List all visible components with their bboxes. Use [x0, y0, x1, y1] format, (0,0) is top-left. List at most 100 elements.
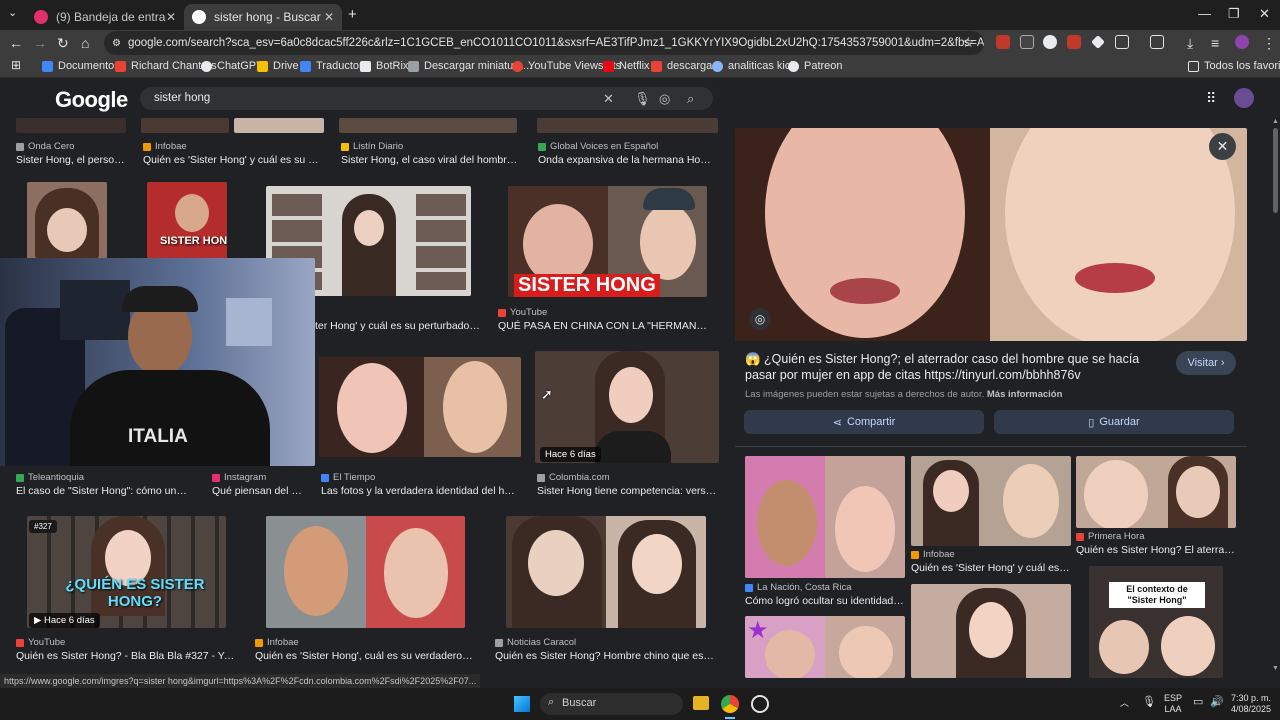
- clear-search-icon[interactable]: ✕: [603, 91, 614, 107]
- result-source[interactable]: Colombia.com: [537, 472, 610, 483]
- voice-search-icon[interactable]: 🎙: [634, 91, 651, 107]
- result-image[interactable]: SISTER HONG: [508, 186, 707, 297]
- network-icon[interactable]: ▭: [1193, 697, 1203, 708]
- page-scrollbar[interactable]: [1273, 128, 1278, 213]
- volume-icon[interactable]: 🔊: [1210, 697, 1224, 708]
- clock[interactable]: 7:30 p. m. 4/08/2025: [1225, 693, 1271, 715]
- result-source[interactable]: YouTube: [16, 637, 65, 648]
- result-source[interactable]: YouTube: [498, 307, 547, 318]
- profile-avatar[interactable]: [1235, 35, 1249, 49]
- menu-icon[interactable]: ⋮: [1262, 35, 1276, 52]
- result-caption[interactable]: ter Hong' y cuál es su perturbadora ...: [315, 320, 480, 332]
- extension-v-icon[interactable]: [1067, 35, 1081, 49]
- result-image[interactable]: [234, 118, 324, 133]
- related-source[interactable]: La Nación, Costa Rica: [745, 582, 852, 593]
- lens-search-icon[interactable]: ◎: [659, 91, 670, 107]
- more-info-link[interactable]: Más información: [987, 389, 1063, 400]
- result-source[interactable]: Infobae: [143, 141, 187, 152]
- lens-icon[interactable]: ◎: [749, 308, 771, 330]
- result-image[interactable]: [27, 182, 107, 259]
- forward-icon[interactable]: →: [33, 35, 47, 51]
- language-indicator[interactable]: ESP LAA: [1164, 693, 1182, 715]
- result-image[interactable]: [537, 118, 718, 133]
- result-source[interactable]: Infobae: [255, 637, 299, 648]
- extensions-puzzle-icon[interactable]: [1115, 35, 1129, 49]
- bookmark-item[interactable]: ChatGPT: [201, 60, 263, 72]
- bookmark-item[interactable]: Documentos: [42, 60, 120, 72]
- result-source[interactable]: Noticias Caracol: [495, 637, 576, 648]
- close-panel-icon[interactable]: ✕: [1209, 133, 1236, 160]
- chrome-icon[interactable]: [721, 695, 739, 713]
- result-image[interactable]: [266, 516, 465, 628]
- result-caption[interactable]: Las fotos y la verdadera identidad del h…: [321, 485, 519, 497]
- close-window-icon[interactable]: ✕: [1259, 6, 1270, 22]
- home-icon[interactable]: ⌂: [81, 35, 89, 51]
- result-image[interactable]: [141, 118, 229, 133]
- related-image[interactable]: [911, 456, 1071, 546]
- scroll-down-icon[interactable]: ▼: [1272, 665, 1279, 672]
- minimize-icon[interactable]: —: [1198, 6, 1211, 21]
- save-button[interactable]: ▯ Guardar: [994, 410, 1234, 434]
- result-image[interactable]: Hace 6 días: [535, 351, 719, 463]
- result-caption[interactable]: El caso de "Sister Hong": cómo un ho...: [16, 485, 188, 497]
- result-caption[interactable]: Quién es Sister Hong? - Bla Bla Bla #327…: [16, 650, 236, 662]
- result-image[interactable]: [506, 516, 706, 628]
- related-source[interactable]: Primera Hora: [1076, 531, 1145, 542]
- new-tab-button[interactable]: +: [348, 6, 357, 23]
- extension-icon[interactable]: [1043, 35, 1057, 49]
- account-avatar[interactable]: [1234, 88, 1254, 108]
- site-info-icon[interactable]: ⚙: [112, 38, 121, 49]
- windows-start-icon[interactable]: [514, 696, 530, 712]
- result-caption[interactable]: Sister Hong, el person...: [16, 154, 126, 166]
- result-source[interactable]: Instagram: [212, 472, 266, 483]
- tab-search-icon[interactable]: ⌄: [8, 6, 17, 19]
- apps-grid-icon[interactable]: ⊞: [11, 58, 21, 72]
- result-caption[interactable]: QUÉ PASA EN CHINA CON LA "HERMANA HO...: [498, 320, 710, 332]
- result-caption[interactable]: Qué piensan del c...: [212, 485, 302, 497]
- bookmark-item[interactable]: Patreon: [788, 60, 843, 72]
- bookmark-item[interactable]: descargar: [651, 60, 716, 72]
- bookmark-item[interactable]: Netflix: [603, 60, 650, 72]
- related-image[interactable]: [1076, 456, 1236, 528]
- result-source[interactable]: El Tiempo: [321, 472, 375, 483]
- extension-off-icon[interactable]: [1020, 35, 1034, 49]
- file-explorer-icon[interactable]: [693, 696, 709, 710]
- result-caption[interactable]: Quién es 'Sister Hong', cuál es su verda…: [255, 650, 475, 662]
- back-icon[interactable]: ←: [9, 35, 23, 51]
- google-apps-icon[interactable]: ⠿: [1206, 90, 1216, 107]
- bookmark-item[interactable]: BotRix: [360, 60, 408, 72]
- result-caption[interactable]: Onda expansiva de la hermana Hong: ...: [538, 154, 716, 166]
- extension-icon[interactable]: [1091, 35, 1105, 49]
- maximize-icon[interactable]: ❐: [1228, 6, 1240, 22]
- media-icon[interactable]: ≡: [1211, 35, 1219, 51]
- result-source[interactable]: Global Voices en Español: [538, 141, 658, 152]
- close-tab-icon[interactable]: ✕: [324, 10, 334, 24]
- result-image[interactable]: SISTER HONG: [147, 182, 227, 259]
- result-image[interactable]: [339, 118, 517, 133]
- search-icon[interactable]: ⌕: [687, 91, 694, 107]
- result-caption[interactable]: Quién es 'Sister Hong' y cuál es su pert…: [143, 154, 323, 166]
- download-icon[interactable]: ⤓: [1187, 35, 1193, 52]
- related-image[interactable]: [911, 584, 1071, 678]
- google-logo[interactable]: Google: [55, 87, 128, 113]
- preview-image[interactable]: ◎: [735, 128, 1247, 341]
- result-source[interactable]: Onda Cero: [16, 141, 74, 152]
- related-image[interactable]: ★: [745, 616, 905, 678]
- extension-icon[interactable]: [996, 35, 1010, 49]
- tab-inbox[interactable]: (9) Bandeja de entrada • Chats ✕: [26, 4, 184, 30]
- bookmark-star-icon[interactable]: ☆: [962, 34, 975, 51]
- bookmark-item[interactable]: analiticas kick: [712, 60, 796, 72]
- related-image[interactable]: [745, 456, 905, 578]
- tab-google-search[interactable]: sister hong - Buscar con Google ✕: [184, 4, 342, 30]
- result-caption[interactable]: Quién es Sister Hong? Hombre chino que e…: [495, 650, 715, 662]
- reload-icon[interactable]: ↻: [57, 35, 69, 52]
- microphone-icon[interactable]: 🎙: [1142, 697, 1156, 708]
- app-icon[interactable]: [751, 695, 769, 713]
- translate-icon[interactable]: [1150, 35, 1164, 49]
- related-caption[interactable]: Quién es 'Sister Hong' y cuál es su...: [911, 562, 1071, 574]
- related-caption[interactable]: Cómo logró ocultar su identidad co...: [745, 595, 905, 607]
- result-image[interactable]: [16, 118, 126, 133]
- share-button[interactable]: ⋖ Compartir: [744, 410, 984, 434]
- result-caption[interactable]: Sister Hong, el caso viral del hombre c.…: [341, 154, 519, 166]
- result-source[interactable]: Teleantioquia: [16, 472, 84, 483]
